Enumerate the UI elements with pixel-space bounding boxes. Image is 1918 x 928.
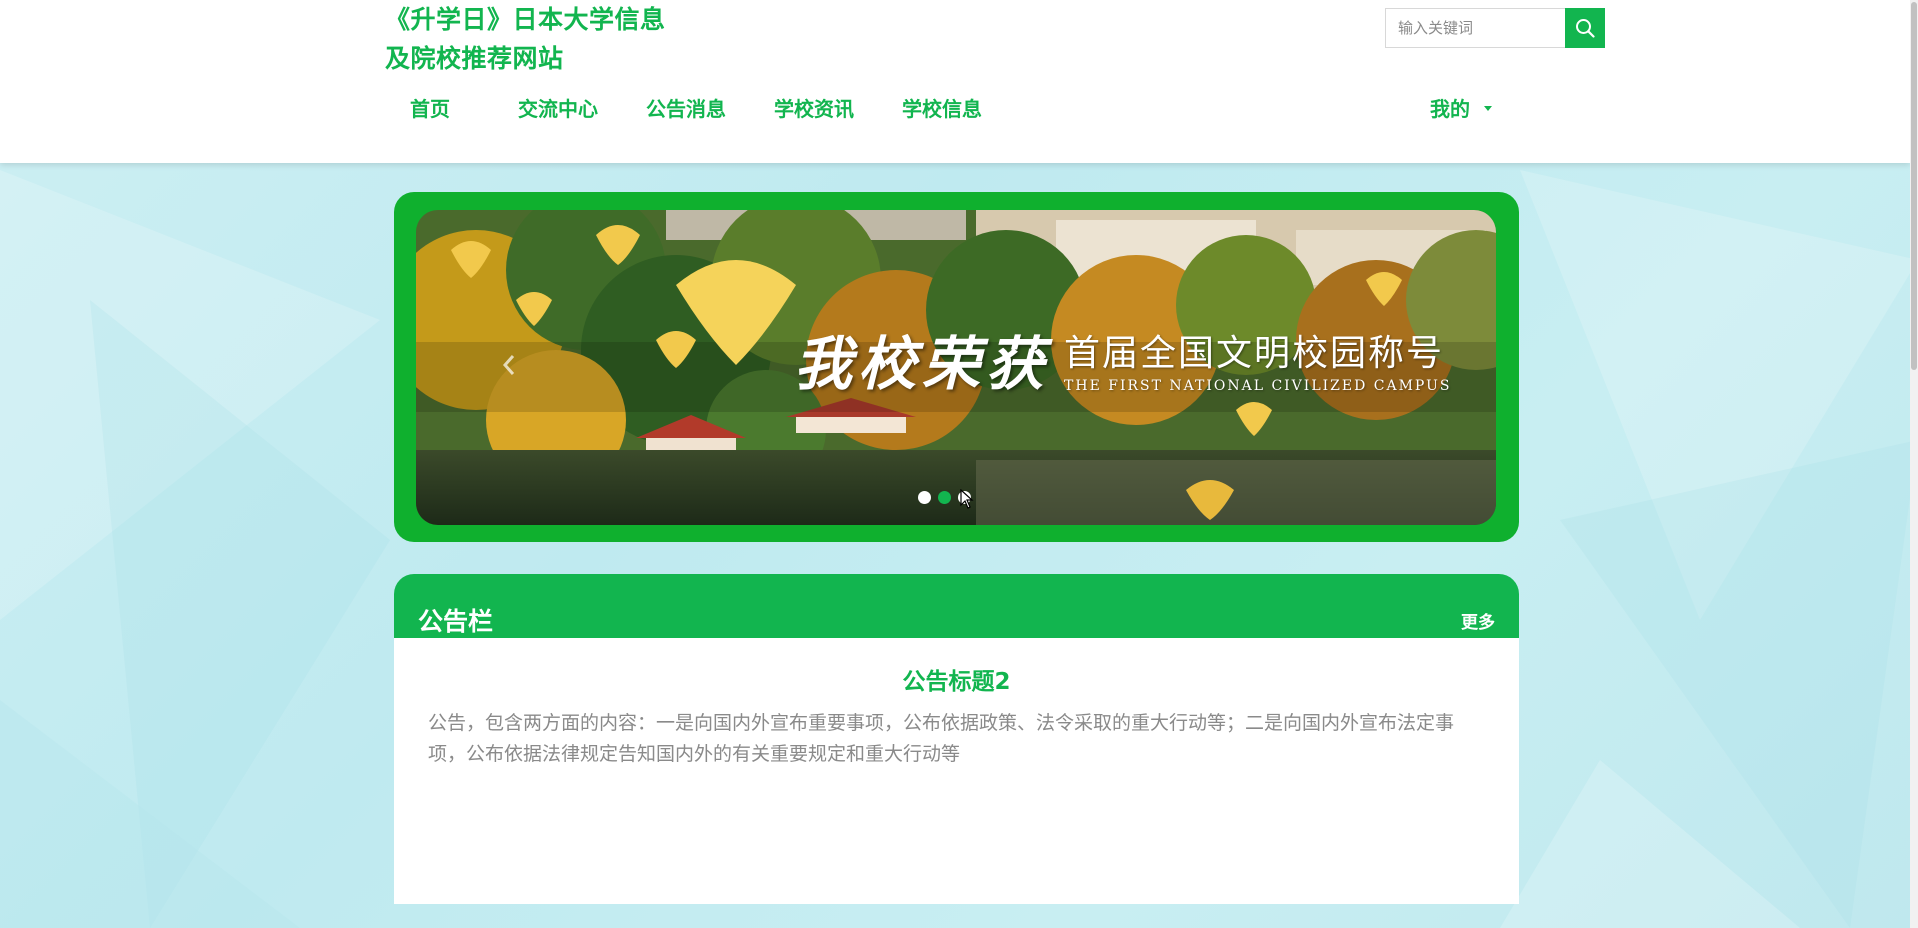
carousel-slide[interactable]: 我校荣获 首届全国文明校园称号 THE FIRST NATIONAL CIVIL…: [416, 210, 1496, 525]
site-title-line1: 《升学日》日本大学信息: [385, 5, 666, 34]
search-icon: [1576, 19, 1595, 38]
banner-slogan-main: 我校荣获: [794, 330, 1051, 398]
nav-item-school-news[interactable]: 学校资讯: [774, 93, 902, 122]
notice-item-title[interactable]: 公告标题2: [394, 662, 1519, 696]
banner-carousel: 我校荣获 首届全国文明校园称号 THE FIRST NATIONAL CIVIL…: [394, 192, 1519, 542]
nav-item-announcements[interactable]: 公告消息: [646, 93, 774, 122]
notice-board-body: 公告标题2 公告，包含两方面的内容：一是向国内外宣布重要事项，公布依据政策、法令…: [394, 638, 1519, 904]
carousel-dot-1[interactable]: [918, 491, 931, 504]
site-header: 《升学日》日本大学信息 及院校推荐网站 首页 交流中心 公告消息 学校资讯 学校…: [0, 0, 1910, 163]
search-input[interactable]: [1385, 8, 1565, 48]
main-nav: 首页 交流中心 公告消息 学校资讯 学校信息: [410, 93, 1030, 122]
user-menu[interactable]: 我的: [1430, 93, 1492, 122]
banner-slogan-cn: 首届全国文明校园称号: [1064, 333, 1445, 374]
chevron-left-icon: [502, 355, 515, 375]
carousel-dot-2[interactable]: [938, 491, 951, 504]
nav-item-school-info[interactable]: 学校信息: [902, 93, 1030, 122]
banner-slogan: 我校荣获 首届全国文明校园称号 THE FIRST NATIONAL CIVIL…: [794, 330, 1452, 398]
user-menu-label: 我的: [1430, 97, 1470, 121]
nav-item-exchange-center[interactable]: 交流中心: [518, 93, 646, 122]
carousel-prev-button[interactable]: [494, 350, 524, 380]
search-button[interactable]: [1565, 8, 1605, 48]
mouse-cursor-icon: [960, 489, 974, 509]
banner-slogan-en: THE FIRST NATIONAL CIVILIZED CAMPUS: [1064, 378, 1452, 394]
notice-more-link[interactable]: 更多: [1461, 608, 1495, 633]
site-title-line2: 及院校推荐网站: [385, 44, 564, 73]
notice-board-title: 公告栏: [418, 607, 494, 636]
caret-down-icon: [1484, 106, 1492, 111]
nav-item-home[interactable]: 首页: [410, 93, 518, 122]
notice-board-header: 公告栏 更多: [394, 574, 1519, 638]
notice-item-text: 公告，包含两方面的内容：一是向国内外宣布重要事项，公布依据政策、法令采取的重大行…: [428, 712, 1455, 765]
search-bar: [1385, 8, 1605, 48]
site-title[interactable]: 《升学日》日本大学信息 及院校推荐网站: [385, 0, 705, 78]
page-scrollbar[interactable]: [1910, 0, 1918, 928]
scrollbar-thumb[interactable]: [1911, 2, 1917, 370]
